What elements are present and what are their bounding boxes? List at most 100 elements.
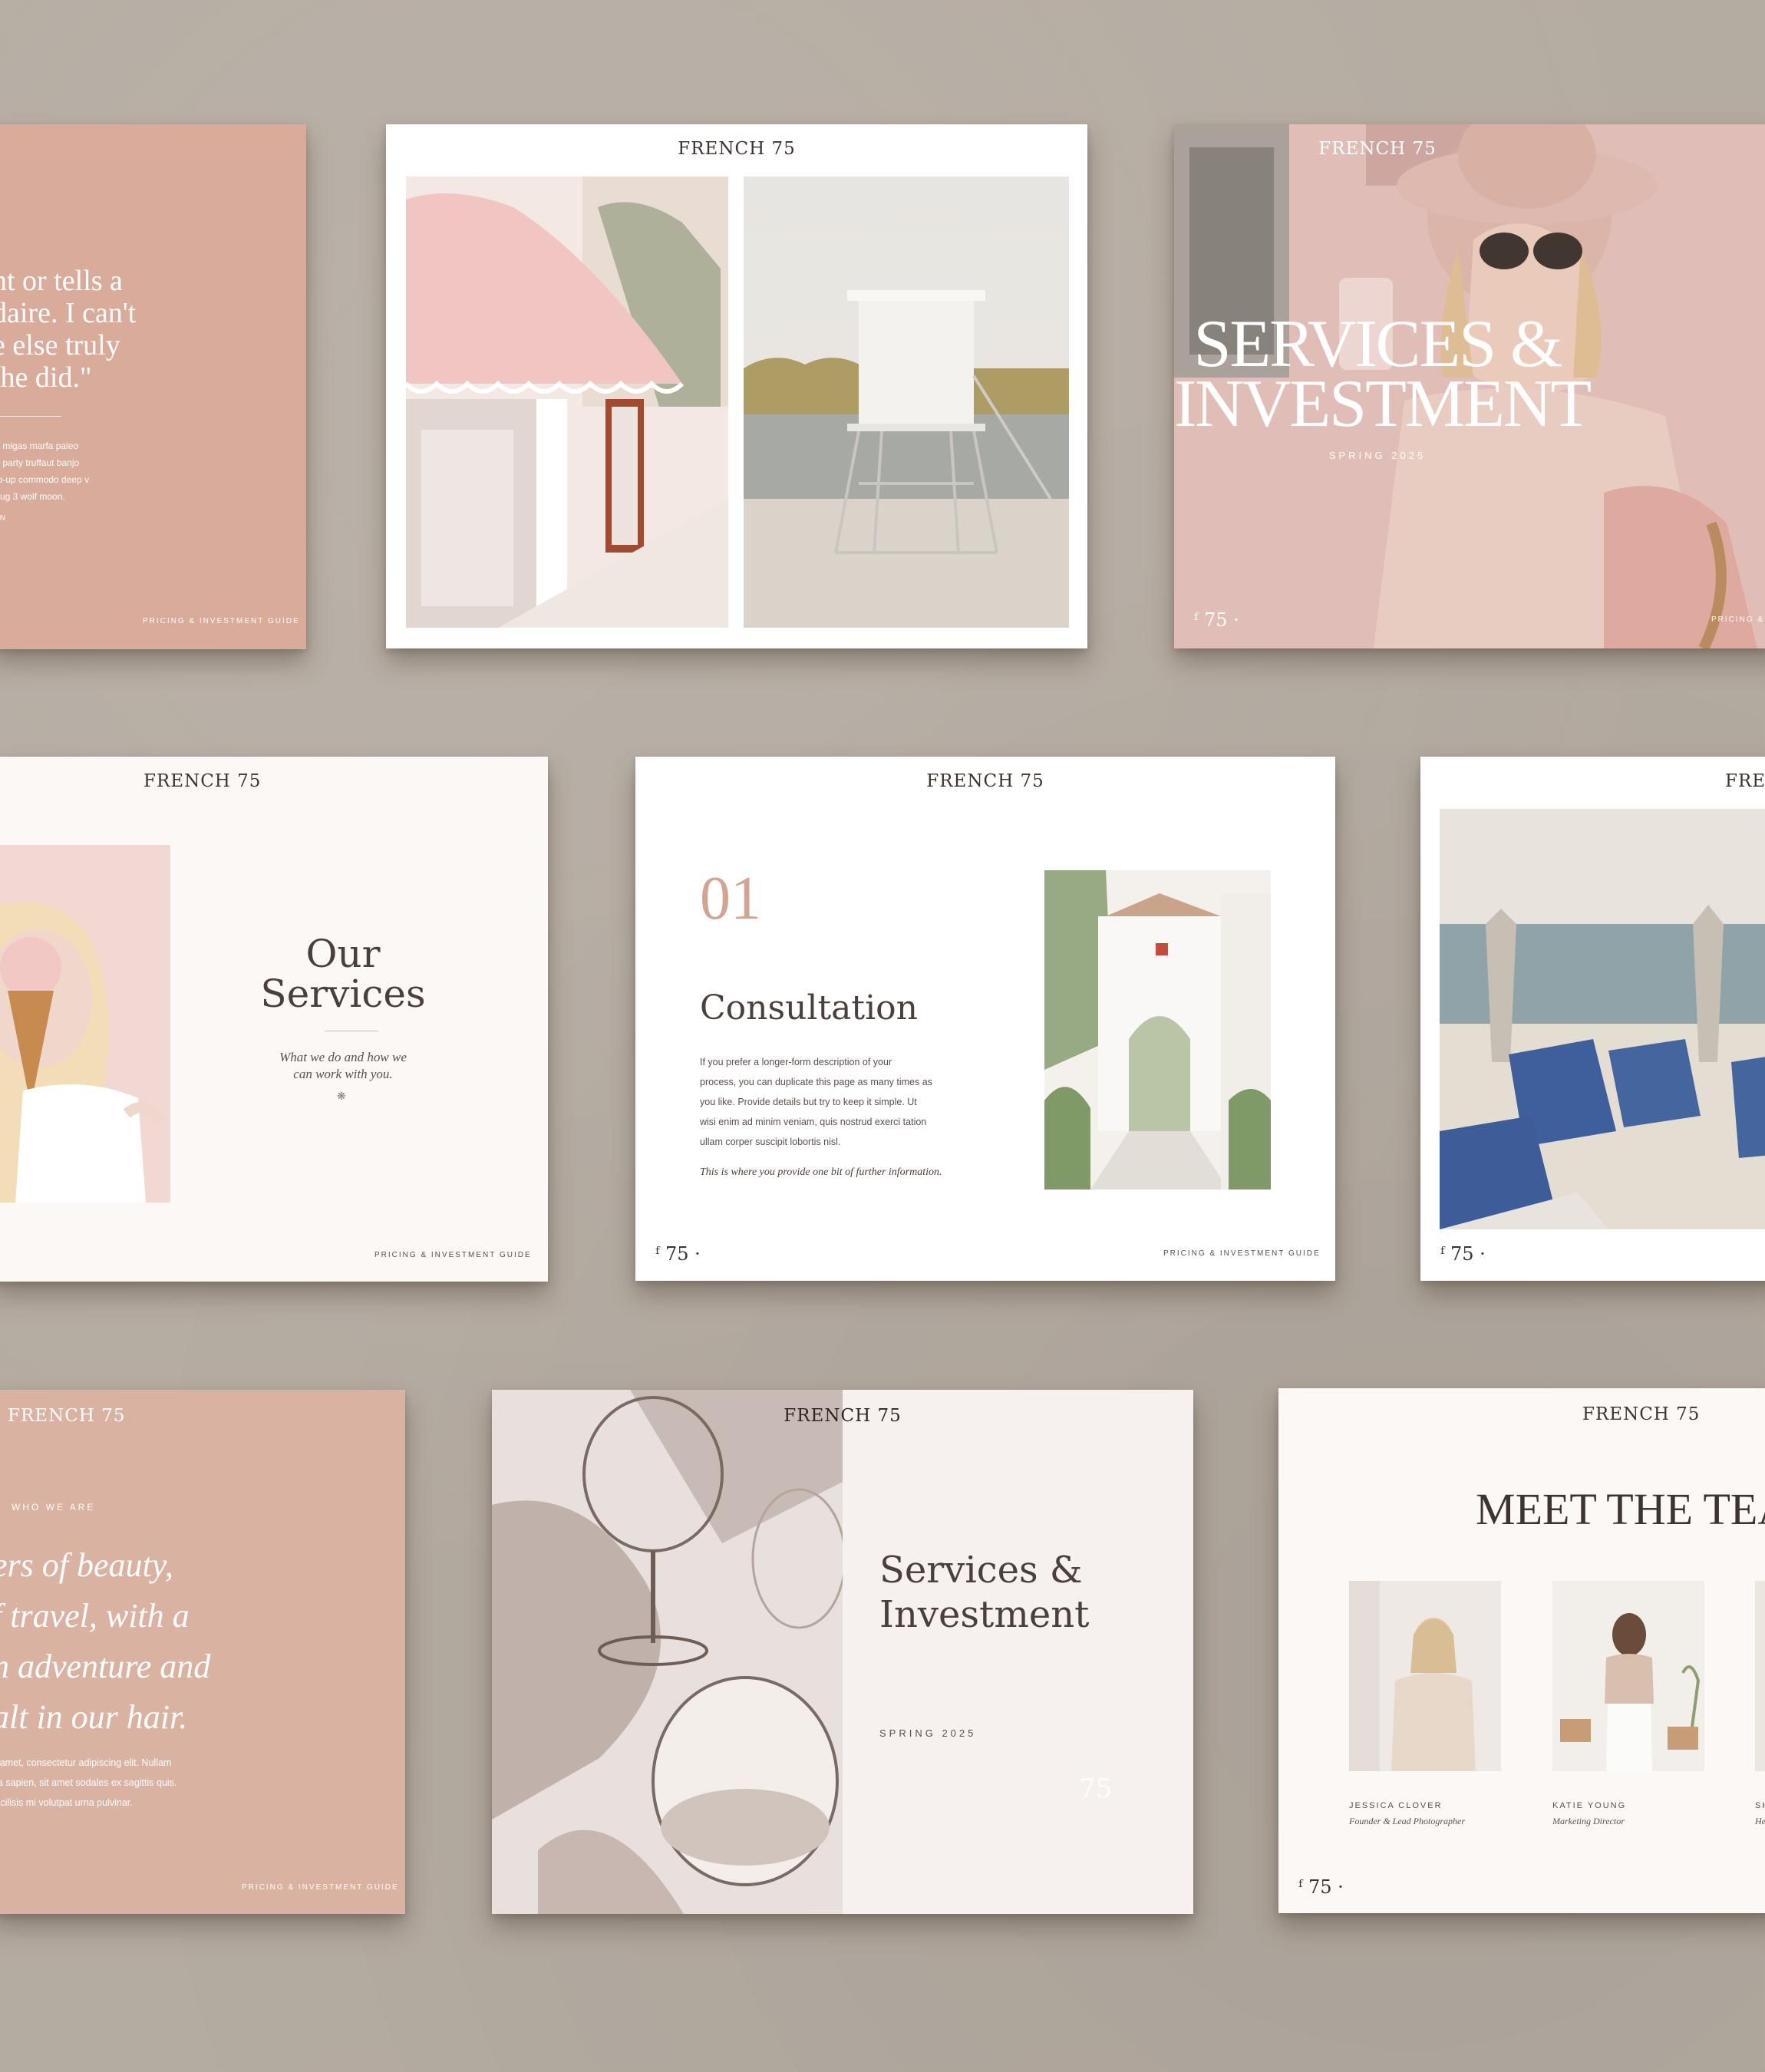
investment-title: Services & Investment [879, 1548, 1089, 1637]
body-line: da sapien, sit amet sodales ex sagittis … [0, 1777, 177, 1788]
caption-line: What we do and how we [279, 1050, 407, 1064]
services-title-line: Services [260, 972, 426, 1016]
body-line: you like. Provide details but try to kee… [700, 1097, 917, 1107]
member-name: SH [1755, 1801, 1765, 1810]
member-role: Founder & Lead Photographer [1349, 1816, 1465, 1826]
investment-card: FRENCH 75 Services & Investment SPRING 2… [492, 1390, 1193, 1914]
quote-text: nt or tells a daire. I can't e else trul… [0, 265, 136, 394]
member-name: JESSICA CLOVER [1349, 1801, 1443, 1810]
body-line: If you prefer a longer-form description … [700, 1057, 892, 1067]
ice-cream-woman-photo [0, 845, 170, 1203]
quote-body: a, migas marfa paleo of party truffaut b… [0, 437, 89, 505]
page-mark: ᶠ 75 · [1440, 1243, 1486, 1265]
section-label: WHO WE ARE [12, 1502, 96, 1513]
brand-logo: FRENCH 75 [1582, 1404, 1701, 1424]
page-mark: ᶠ 75 · [1298, 1876, 1344, 1898]
consultation-title: Consultation [700, 988, 918, 1028]
portrait-illustration [1349, 1581, 1501, 1771]
services-title-line: Our [305, 932, 381, 976]
brand-logo: FRENCH 75 [144, 771, 262, 791]
divider [0, 416, 61, 417]
awning-storefront-photo [406, 177, 728, 628]
quote-line: e else truly [0, 329, 120, 361]
body-line: facilisis mi volutpat urna pulvinar. [0, 1797, 133, 1808]
portrait-illustration [1552, 1581, 1704, 1771]
brand-logo: FREN [1725, 771, 1765, 791]
who-we-are-card: FRENCH 75 WHO WE ARE ers of beauty, f tr… [0, 1390, 405, 1914]
our-services-card: FRENCH 75 Our Services What we do and ho… [0, 757, 548, 1282]
page-mark: ᶠ 75 · [655, 1243, 701, 1265]
caption-line: can work with you. [293, 1067, 393, 1081]
investment-title-line: Investment [879, 1593, 1090, 1636]
body-line: process, you can duplicate this page as … [700, 1077, 932, 1087]
team-photo-katie [1552, 1581, 1704, 1771]
member-role: Marketing Director [1552, 1816, 1625, 1826]
page-mark-number: 75 [665, 1243, 689, 1265]
consultation-note: This is where you provide one bit of fur… [700, 1166, 942, 1178]
brand-logo: FRENCH 75 [926, 771, 1044, 791]
lifeguard-tower-photo [744, 177, 1069, 628]
body-line: mug 3 wolf moon. [0, 491, 65, 502]
beach-illustration [1440, 809, 1765, 1229]
quote-line: nt or tells a [0, 265, 123, 297]
signature: ON [0, 514, 7, 523]
brand-logo: FRENCH 75 [1318, 139, 1437, 159]
script-line: f travel, with a [0, 1597, 190, 1635]
page-mark: ᶠ 75 · [1194, 609, 1239, 631]
who-body: it amet, consectetur adipiscing elit. Nu… [0, 1753, 176, 1813]
member-name: KATIE YOUNG [1552, 1801, 1627, 1810]
beach-chairs-card: FREN ᶠ 75 · [1420, 757, 1765, 1281]
glasses-illustration [492, 1390, 843, 1914]
investment-title-line: Services & [879, 1549, 1083, 1592]
footer-label: PRICING & INVESTMENT GUIDE [1163, 1249, 1321, 1258]
page-mark-number: 75 [1450, 1243, 1474, 1265]
script-statement: ers of beauty, f travel, with a n advent… [0, 1540, 210, 1743]
services-title: Our Services [220, 934, 466, 1014]
photo-spread-card: FRENCH 75 [386, 124, 1087, 648]
archway-courtyard-photo [1044, 870, 1271, 1189]
brand-logo: FRENCH 75 [784, 1406, 902, 1426]
page-mark-number: 75 [1203, 609, 1228, 631]
cover-title-line: SERVICES & [1193, 307, 1562, 381]
consultation-body: If you prefer a longer-form description … [700, 1052, 932, 1152]
footer-label: PRICING & INVESTMENT GUIDE [242, 1883, 399, 1892]
beach-chairs-photo [1440, 809, 1765, 1229]
body-line: a, migas marfa paleo [0, 440, 79, 451]
ornament-icon: ❋ [337, 1090, 346, 1102]
script-line: n adventure and [0, 1648, 211, 1685]
cover-title: SERVICES & INVESTMENT [1174, 307, 1592, 441]
cover-subtitle: SPRING 2025 [1328, 450, 1427, 461]
services-caption: What we do and how we can work with you. [220, 1049, 466, 1083]
quote-page-card: nt or tells a daire. I can't e else trul… [0, 124, 306, 649]
body-line: wisi enim ad minim veniam, quis nostrud … [700, 1117, 927, 1127]
script-line: ers of beauty, [0, 1546, 173, 1584]
brand-logo: FRENCH 75 [678, 139, 796, 159]
quote-line: daire. I can't [0, 297, 137, 329]
awning-illustration [406, 177, 728, 628]
archway-illustration [1044, 870, 1271, 1189]
member-role: He [1755, 1816, 1765, 1826]
team-photo-third [1755, 1581, 1765, 1771]
investment-subtitle: SPRING 2025 [879, 1727, 977, 1739]
team-photo-jessica [1349, 1581, 1501, 1771]
body-line: of party truffaut banjo [0, 457, 80, 468]
brand-logo: FRENCH 75 [8, 1406, 126, 1426]
team-title: MEET THE TEAM [1476, 1484, 1765, 1534]
consultation-card: FRENCH 75 01 Consultation If you prefer … [635, 757, 1335, 1281]
body-line: op-up commodo deep v [0, 474, 90, 485]
champagne-glasses-photo [492, 1390, 843, 1914]
footer-label: PRICING & INVESTMENT GUIDE [143, 617, 300, 625]
body-line: ullam corper suscipit lobortis nisl. [700, 1137, 841, 1147]
footer-label: PRICING & I [1711, 615, 1765, 624]
ice-cream-illustration [0, 845, 170, 1203]
body-line: it amet, consectetur adipiscing elit. Nu… [0, 1757, 172, 1768]
script-line: alt in our hair. [0, 1698, 188, 1736]
page-mark-number: 75 [1308, 1876, 1332, 1898]
section-number: 01 [700, 865, 761, 932]
meet-the-team-card: FRENCH 75 MEET THE TEAM JESSICA CLOVER F… [1278, 1388, 1765, 1913]
quote-line: the did." [0, 361, 92, 394]
monogram-watermark: 75 [1079, 1773, 1113, 1804]
lifeguard-illustration [744, 177, 1069, 628]
cover-page-card: FRENCH 75 SERVICES & INVESTMENT SPRING 2… [1174, 124, 1765, 648]
cover-title-line: INVESTMENT [1174, 367, 1592, 441]
